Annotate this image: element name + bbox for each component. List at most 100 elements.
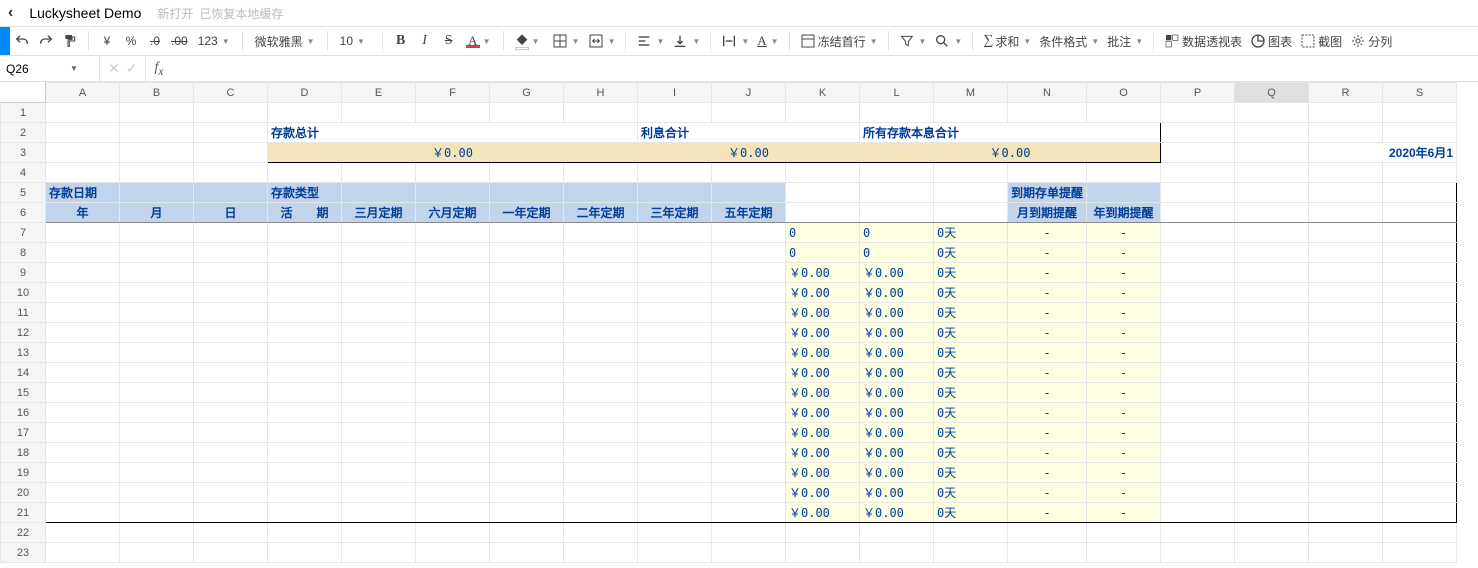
sub-month[interactable]: 月: [120, 203, 194, 223]
cell-n[interactable]: -: [1008, 383, 1087, 403]
cell[interactable]: [1161, 343, 1235, 363]
cell[interactable]: [638, 523, 712, 543]
cell[interactable]: [638, 323, 712, 343]
cell[interactable]: [1383, 323, 1457, 343]
cell[interactable]: [1161, 123, 1235, 143]
italic-button[interactable]: I: [413, 29, 437, 53]
cell[interactable]: [342, 483, 416, 503]
name-box[interactable]: ▼: [0, 56, 100, 81]
cell[interactable]: [120, 343, 194, 363]
cell[interactable]: [1383, 463, 1457, 483]
column-header-F[interactable]: F: [416, 83, 490, 103]
cell-o[interactable]: -: [1087, 343, 1161, 363]
cell[interactable]: [1161, 103, 1235, 123]
cell[interactable]: [490, 163, 564, 183]
cell[interactable]: [1161, 543, 1235, 563]
cell[interactable]: [416, 103, 490, 123]
cell-m[interactable]: 0天: [934, 463, 1008, 483]
cell-o[interactable]: -: [1087, 383, 1161, 403]
cell[interactable]: [564, 543, 638, 563]
vertical-align-button[interactable]: ▼: [668, 29, 704, 53]
cell-k[interactable]: ￥0.00: [786, 403, 860, 423]
format-painter-button[interactable]: [58, 29, 82, 53]
cell[interactable]: [120, 483, 194, 503]
cell[interactable]: [490, 323, 564, 343]
cell[interactable]: [712, 483, 786, 503]
cell[interactable]: [46, 283, 120, 303]
cell[interactable]: [564, 523, 638, 543]
cell[interactable]: [712, 163, 786, 183]
cell[interactable]: [1383, 123, 1457, 143]
cell[interactable]: [120, 243, 194, 263]
cell-o[interactable]: -: [1087, 243, 1161, 263]
cell[interactable]: [1309, 123, 1383, 143]
cell[interactable]: [490, 463, 564, 483]
cell[interactable]: [564, 363, 638, 383]
cell[interactable]: [1235, 343, 1309, 363]
cell[interactable]: [268, 503, 342, 523]
cell[interactable]: [1309, 263, 1383, 283]
cell-n[interactable]: -: [1008, 443, 1087, 463]
cell[interactable]: [1161, 283, 1235, 303]
cell[interactable]: [1383, 263, 1457, 283]
cell[interactable]: [268, 363, 342, 383]
cell[interactable]: [490, 183, 564, 203]
column-header-S[interactable]: S: [1383, 83, 1457, 103]
row-header-11[interactable]: 11: [1, 303, 46, 323]
cell[interactable]: [1309, 163, 1383, 183]
cell[interactable]: [416, 283, 490, 303]
cell[interactable]: [194, 163, 268, 183]
column-header-A[interactable]: A: [46, 83, 120, 103]
cell[interactable]: [1235, 263, 1309, 283]
cell-o[interactable]: -: [1087, 303, 1161, 323]
accept-formula-icon[interactable]: ✓: [126, 60, 138, 77]
cell-o[interactable]: -: [1087, 463, 1161, 483]
cell[interactable]: [1309, 343, 1383, 363]
text-rotate-button[interactable]: A▼: [753, 29, 782, 53]
row-header-12[interactable]: 12: [1, 323, 46, 343]
cell[interactable]: [268, 163, 342, 183]
cell[interactable]: [1383, 483, 1457, 503]
cell[interactable]: [934, 523, 1008, 543]
cell[interactable]: [416, 423, 490, 443]
cell[interactable]: [638, 283, 712, 303]
cell[interactable]: [1309, 103, 1383, 123]
cell[interactable]: [1383, 423, 1457, 443]
cell[interactable]: [712, 403, 786, 423]
cell[interactable]: [194, 503, 268, 523]
cell[interactable]: [120, 403, 194, 423]
cell[interactable]: [638, 223, 712, 243]
decrease-decimal-button[interactable]: .0: [143, 29, 167, 53]
cell[interactable]: [638, 543, 712, 563]
row-header-16[interactable]: 16: [1, 403, 46, 423]
cell[interactable]: [1087, 163, 1161, 183]
number-format-select[interactable]: 123▼: [192, 29, 236, 53]
cell[interactable]: [1161, 523, 1235, 543]
cell[interactable]: [416, 463, 490, 483]
cell-o[interactable]: -: [1087, 423, 1161, 443]
cell[interactable]: [416, 183, 490, 203]
name-box-dropdown-icon[interactable]: ▼: [70, 64, 78, 73]
cell[interactable]: [712, 283, 786, 303]
cell[interactable]: [490, 303, 564, 323]
cell[interactable]: [194, 323, 268, 343]
cell[interactable]: [1235, 203, 1309, 223]
cell[interactable]: [342, 403, 416, 423]
deposit-total-value[interactable]: ￥0.00: [268, 143, 638, 163]
cell[interactable]: [638, 243, 712, 263]
currency-button[interactable]: ¥: [95, 29, 119, 53]
cell-n[interactable]: -: [1008, 483, 1087, 503]
cell-o[interactable]: -: [1087, 483, 1161, 503]
cell[interactable]: [1161, 423, 1235, 443]
pivot-button[interactable]: 数据透视表: [1160, 29, 1246, 53]
column-header-R[interactable]: R: [1309, 83, 1383, 103]
cell-l[interactable]: ￥0.00: [860, 483, 934, 503]
cell[interactable]: [268, 303, 342, 323]
cell[interactable]: [120, 543, 194, 563]
cell[interactable]: [342, 323, 416, 343]
cell-o[interactable]: -: [1087, 283, 1161, 303]
cell[interactable]: [490, 263, 564, 283]
font-family-select[interactable]: 微软雅黑▼: [249, 29, 321, 53]
filter-button[interactable]: ▼: [895, 29, 931, 53]
cell-o[interactable]: -: [1087, 323, 1161, 343]
